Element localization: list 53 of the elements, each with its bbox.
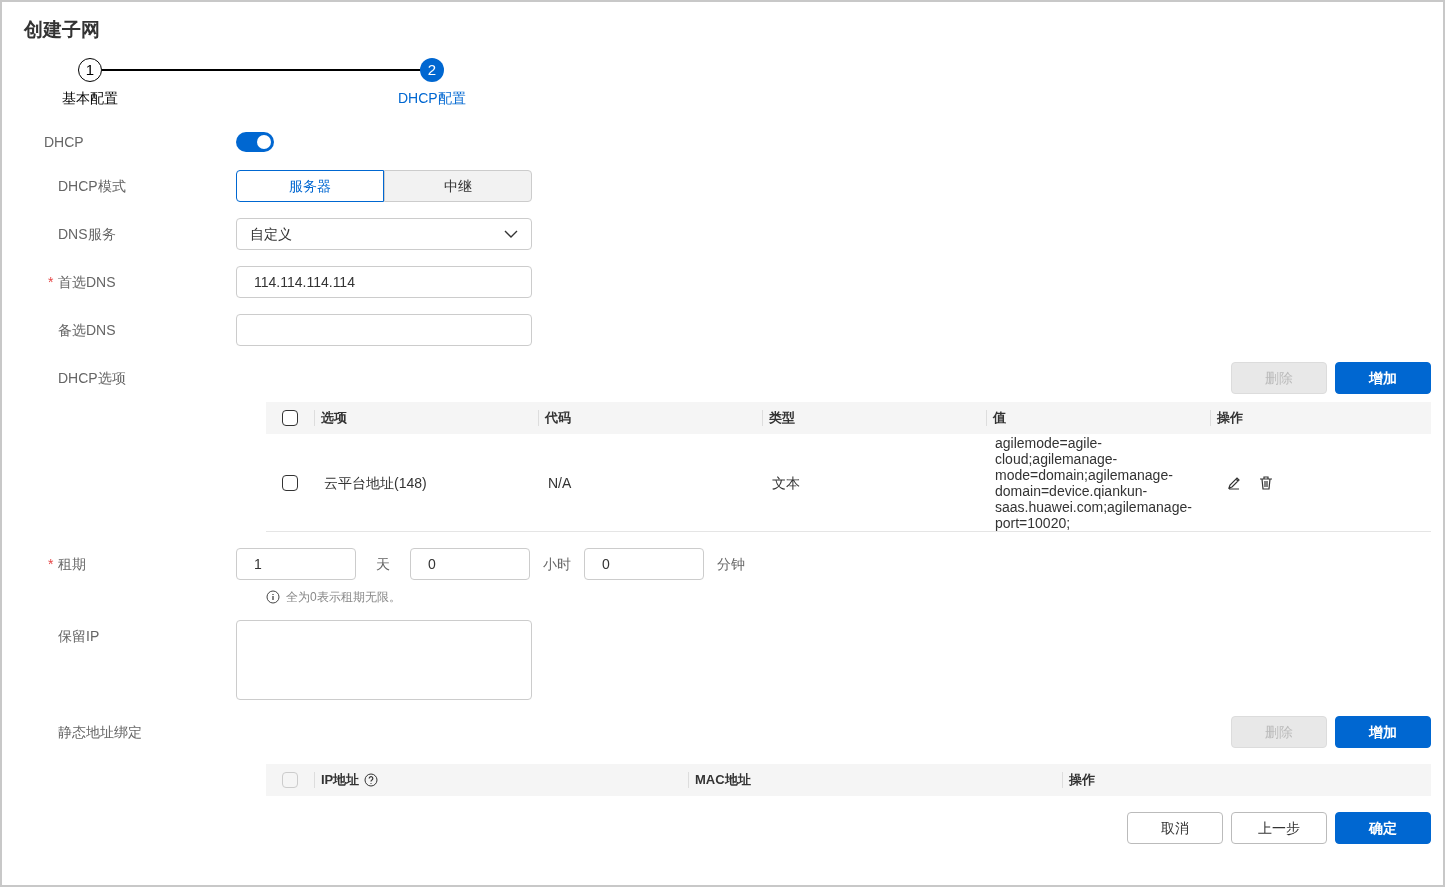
field-label: DHCP模式 <box>58 177 126 196</box>
table-cell-text: agilemode=agile-cloud;agilemanage-mode=domain;agilemanage-domain=device.qiankun-saas.huawei.com;agilemanage-port=10020; <box>995 434 1193 531</box>
trash-icon[interactable] <box>1258 474 1274 491</box>
required-asterisk: * <box>48 273 54 292</box>
field-label: 租期 <box>58 555 86 574</box>
footer-button[interactable]: 上一步 <box>1231 812 1327 844</box>
duration-input-field[interactable]: 0 <box>584 548 704 580</box>
column-header: 代码 <box>545 409 571 428</box>
chevron-down-icon <box>504 230 518 238</box>
mode-option[interactable]: 服务器 <box>236 170 384 202</box>
confirm-button[interactable]: 确定 <box>1335 812 1431 844</box>
add-button[interactable]: 增加 <box>1335 362 1431 394</box>
table-cell: 文本 <box>772 474 800 491</box>
step-label: DHCP配置 <box>398 89 466 108</box>
unit-label: 分钟 <box>716 555 746 574</box>
unit-label: 天 <box>375 555 391 574</box>
dialog-title: 创建子网 <box>22 18 101 42</box>
field-label: DHCP <box>44 133 84 152</box>
field-label: DHCP选项 <box>58 369 126 388</box>
column-header: IP地址 <box>321 771 360 790</box>
mode-option[interactable]: 中继 <box>384 170 532 202</box>
dns-service-select[interactable]: 自定义 <box>236 218 532 250</box>
column-header: MAC地址 <box>695 771 751 790</box>
column-header: 值 <box>993 409 1006 428</box>
dns-input-field[interactable] <box>236 314 532 346</box>
duration-input-field[interactable]: 1 <box>236 548 356 580</box>
dhcp-toggle[interactable] <box>236 132 274 152</box>
column-header: 操作 <box>1069 771 1095 790</box>
table-cell: 云平台地址(148) <box>324 474 427 491</box>
footer-button[interactable]: 取消 <box>1127 812 1223 844</box>
reserved-ip-field[interactable] <box>236 620 532 700</box>
step-number: 2 <box>419 58 444 82</box>
column-header: 类型 <box>769 409 795 428</box>
help-icon <box>364 773 379 787</box>
add-button[interactable]: 增加 <box>1335 716 1431 748</box>
field-label: 备选DNS <box>58 321 116 340</box>
field-label: 首选DNS <box>58 273 116 292</box>
field-label: 静态地址绑定 <box>58 723 142 742</box>
duration-input-field[interactable]: 0 <box>410 548 530 580</box>
checkbox[interactable] <box>282 410 298 426</box>
column-header: 选项 <box>321 409 347 428</box>
info-icon <box>266 590 280 604</box>
checkbox[interactable] <box>282 474 298 491</box>
dns-input-field[interactable]: 114.114.114.114 <box>236 266 532 298</box>
step-number: 1 <box>78 58 102 82</box>
hint-text: 全为0表示租期无限。 <box>286 589 401 606</box>
required-asterisk: * <box>48 555 54 574</box>
field-label: 保留IP <box>58 627 100 646</box>
field-label: DNS服务 <box>58 225 116 244</box>
table-cell: N/A <box>548 474 572 491</box>
step-label: 基本配置 <box>62 89 118 108</box>
unit-label: 小时 <box>542 555 572 574</box>
column-header: 操作 <box>1217 409 1243 428</box>
